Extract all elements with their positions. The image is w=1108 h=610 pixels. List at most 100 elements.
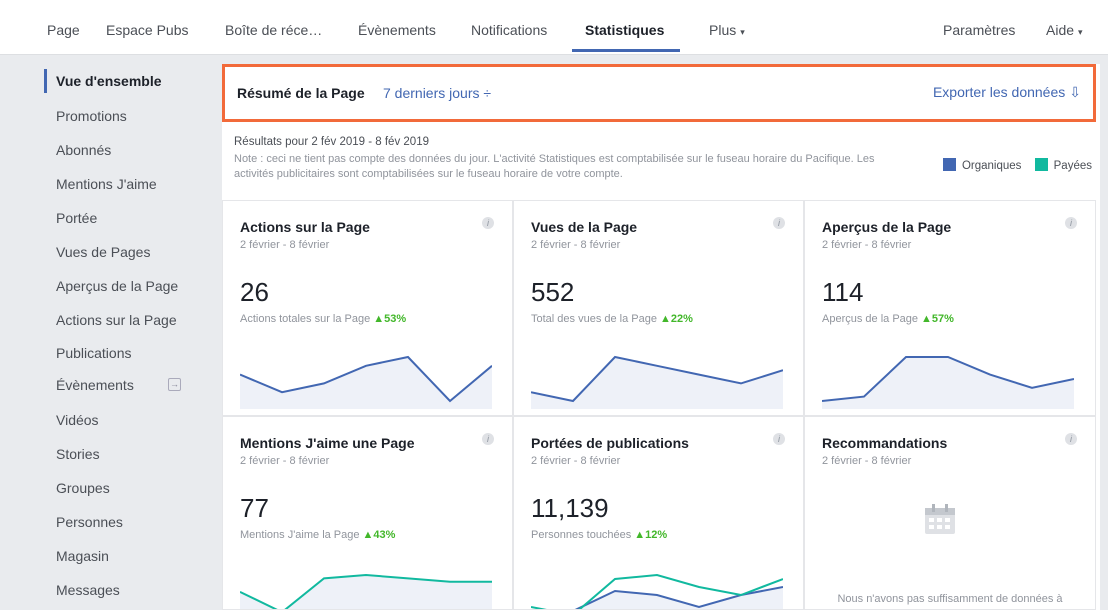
card-date: 2 février - 8 février bbox=[240, 455, 330, 467]
card-title: Mentions J'aime une Page bbox=[240, 435, 415, 451]
nav-more[interactable]: Plus ▾ bbox=[709, 22, 745, 38]
card-value: 114 bbox=[822, 277, 864, 307]
info-icon[interactable]: i bbox=[1065, 217, 1077, 229]
card-subtitle: Aperçus de la Page ▲57% bbox=[822, 313, 954, 325]
external-link-icon: → bbox=[168, 378, 181, 391]
sparkline-area bbox=[577, 587, 783, 609]
sidebar-item-likes[interactable]: Mentions J'aime bbox=[44, 172, 214, 196]
card-title: Portées de publications bbox=[531, 435, 689, 451]
card-subtitle: Actions totales sur la Page ▲53% bbox=[240, 313, 406, 325]
chart-legend: Organiques Payées bbox=[942, 158, 1092, 172]
card-title: Recommandations bbox=[822, 435, 948, 451]
sidebar-item-events[interactable]: Évènements → bbox=[44, 373, 214, 397]
nav-page[interactable]: Page bbox=[47, 22, 80, 38]
card-value: 11,139 bbox=[531, 493, 609, 523]
card-date: 2 février - 8 février bbox=[240, 239, 330, 251]
legend-organic: Organiques bbox=[961, 160, 1022, 172]
card-title: Aperçus de la Page bbox=[822, 219, 952, 235]
sidebar-item-reach[interactable]: Portée bbox=[44, 206, 214, 230]
sparkline-chart bbox=[240, 573, 492, 609]
calendar-icon bbox=[925, 504, 955, 534]
organic-swatch bbox=[942, 158, 956, 171]
card-value: 77 bbox=[240, 493, 269, 523]
sidebar-item-groups[interactable]: Groupes bbox=[44, 476, 214, 500]
legend-paid: Payées bbox=[1053, 160, 1092, 172]
sparkline-chart bbox=[822, 356, 1074, 409]
card-title: Actions sur la Page bbox=[240, 219, 370, 235]
nav-help-label: Aide bbox=[1046, 22, 1075, 38]
sidebar-item-stories[interactable]: Stories bbox=[44, 442, 214, 466]
info-icon[interactable]: i bbox=[482, 433, 494, 445]
nav-events[interactable]: Évènements bbox=[358, 22, 436, 38]
sparkline-chart bbox=[531, 573, 783, 609]
card-subtitle-text: Total des vues de la Page bbox=[531, 313, 657, 325]
date-range-dropdown[interactable]: 7 derniers jours ÷ bbox=[383, 85, 491, 101]
nav-help[interactable]: Aide ▾ bbox=[1046, 22, 1083, 38]
card-value: 552 bbox=[531, 277, 575, 307]
sidebar-item-people[interactable]: Personnes bbox=[44, 510, 214, 534]
card-date: 2 février - 8 février bbox=[531, 455, 621, 467]
nav-notifications[interactable]: Notifications bbox=[471, 22, 547, 38]
summary-title: Résumé de la Page bbox=[237, 85, 365, 101]
results-period: Résultats pour 2 fév 2019 - 8 fév 2019 bbox=[234, 136, 429, 148]
sidebar-item-promotions[interactable]: Promotions bbox=[44, 104, 214, 128]
card-recommendations[interactable]: Recommandations i 2 février - 8 février … bbox=[804, 416, 1096, 610]
change-percent: ▲12% bbox=[634, 529, 668, 541]
export-data-link[interactable]: Exporter les données ⇩ bbox=[933, 84, 1081, 101]
sidebar-item-page-previews[interactable]: Aperçus de la Page bbox=[44, 274, 214, 298]
download-icon: ⇩ bbox=[1069, 84, 1081, 100]
change-percent: ▲57% bbox=[921, 313, 954, 325]
sparkline-chart bbox=[240, 355, 492, 409]
card-subtitle: Mentions J'aime la Page ▲43% bbox=[240, 529, 395, 541]
sidebar-item-page-actions[interactable]: Actions sur la Page bbox=[44, 308, 214, 332]
sidebar-item-posts[interactable]: Publications bbox=[44, 341, 214, 365]
no-data-message: Nous n'avons pas suffisamment de données… bbox=[837, 593, 1063, 605]
sparkline-chart bbox=[531, 355, 783, 409]
card-date: 2 février - 8 février bbox=[822, 455, 912, 467]
card-subtitle-text: Aperçus de la Page bbox=[822, 313, 919, 325]
sidebar-item-videos[interactable]: Vidéos bbox=[44, 408, 214, 432]
change-percent: ▲43% bbox=[362, 529, 396, 541]
card-date: 2 février - 8 février bbox=[822, 239, 912, 251]
top-navigation: Page Espace Pubs Boîte de réce… Évènemen… bbox=[0, 0, 1108, 55]
active-tab-indicator bbox=[572, 49, 680, 52]
card-subtitle-text: Mentions J'aime la Page bbox=[240, 529, 360, 541]
page-summary-header: Résumé de la Page 7 derniers jours ÷ Exp… bbox=[222, 64, 1096, 122]
card-value: 26 bbox=[240, 277, 269, 307]
info-icon[interactable]: i bbox=[773, 433, 785, 445]
card-subtitle: Personnes touchées ▲12% bbox=[531, 529, 667, 541]
card-subtitle: Total des vues de la Page ▲22% bbox=[531, 313, 693, 325]
sidebar-item-messages[interactable]: Messages bbox=[44, 578, 214, 602]
main-panel: Résumé de la Page 7 derniers jours ÷ Exp… bbox=[222, 64, 1100, 610]
card-page-likes[interactable]: Mentions J'aime une Page i 2 février - 8… bbox=[222, 416, 513, 610]
timezone-note: Note : ceci ne tient pas compte des donn… bbox=[234, 153, 875, 180]
card-title: Vues de la Page bbox=[531, 219, 638, 235]
card-post-reach[interactable]: Portées de publications i 2 février - 8 … bbox=[513, 416, 804, 610]
sidebar-item-page-views[interactable]: Vues de Pages bbox=[44, 240, 214, 264]
nav-inbox[interactable]: Boîte de réce… bbox=[225, 22, 322, 38]
card-page-actions[interactable]: Actions sur la Page i 2 février - 8 févr… bbox=[222, 200, 513, 416]
card-subtitle-text: Personnes touchées bbox=[531, 529, 632, 541]
sidebar-item-overview[interactable]: Vue d'ensemble bbox=[44, 69, 214, 93]
caret-down-icon: ▾ bbox=[1078, 27, 1083, 37]
info-icon[interactable]: i bbox=[773, 217, 785, 229]
sparkline-area bbox=[240, 575, 492, 609]
card-date: 2 février - 8 février bbox=[531, 239, 621, 251]
card-page-views[interactable]: Vues de la Page i 2 février - 8 février … bbox=[513, 200, 804, 416]
sidebar-item-followers[interactable]: Abonnés bbox=[44, 138, 214, 162]
caret-down-icon: ▾ bbox=[740, 27, 745, 37]
info-icon[interactable]: i bbox=[482, 217, 494, 229]
nav-settings[interactable]: Paramètres bbox=[943, 22, 1015, 38]
sidebar-item-events-label: Évènements bbox=[56, 377, 134, 393]
sidebar-item-shop[interactable]: Magasin bbox=[44, 544, 214, 568]
info-icon[interactable]: i bbox=[1065, 433, 1077, 445]
card-subtitle-text: Actions totales sur la Page bbox=[240, 313, 371, 325]
nav-more-label: Plus bbox=[709, 22, 737, 38]
sparkline-area bbox=[822, 357, 1074, 409]
nav-ads-space[interactable]: Espace Pubs bbox=[106, 22, 189, 38]
paid-swatch bbox=[1034, 158, 1048, 171]
export-data-label: Exporter les données bbox=[932, 84, 1066, 100]
change-percent: ▲53% bbox=[373, 313, 407, 325]
card-page-previews[interactable]: Aperçus de la Page i 2 février - 8 févri… bbox=[804, 200, 1096, 416]
nav-statistics[interactable]: Statistiques bbox=[585, 22, 664, 38]
